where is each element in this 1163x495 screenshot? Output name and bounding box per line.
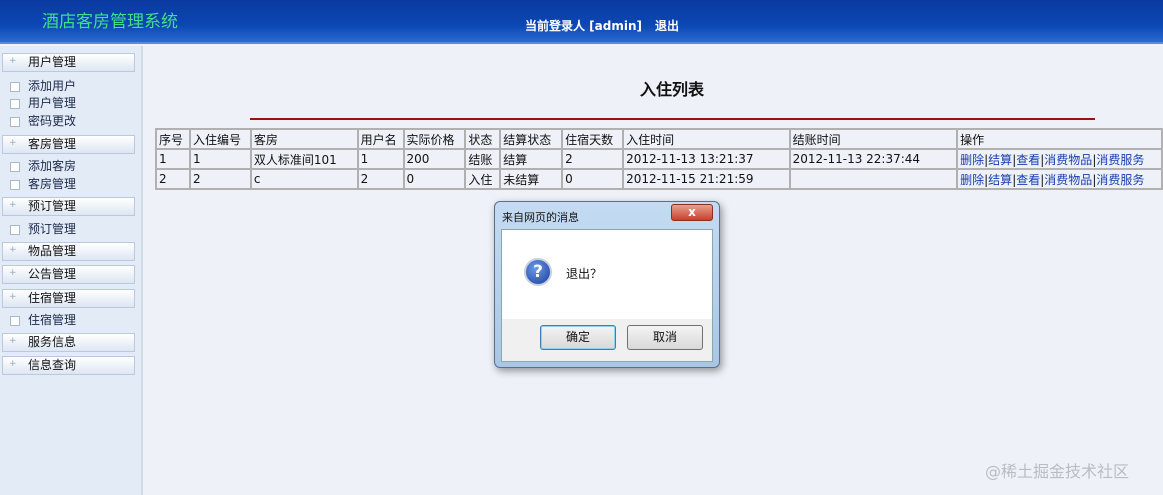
cell: 200 <box>402 148 467 170</box>
sidebar-group-notices[interactable]: 公告管理 <box>2 265 135 284</box>
watermark: @稀土掘金技术社区 <box>985 462 1130 481</box>
logout-link[interactable]: 退出 <box>655 17 679 34</box>
col-header: 操作 <box>956 128 1163 150</box>
sidebar-item-stay-manage[interactable]: 住宿管理 <box>10 312 76 328</box>
cell: c <box>249 168 359 190</box>
dialog-message: 退出？ <box>566 267 603 281</box>
confirm-dialog: 来自网页的消息 x ? 退出？ 确定 取消 <box>494 201 720 368</box>
col-header: 住宿天数 <box>561 128 625 150</box>
sidebar-group-rooms[interactable]: 客房管理 <box>2 135 135 154</box>
cell: 1 <box>188 148 252 170</box>
cell: 2012-11-15 21:21:59 <box>622 168 791 190</box>
consume-goods-link[interactable]: 消费物品 <box>1044 153 1092 167</box>
cell: 2 <box>561 148 625 170</box>
col-header: 结算状态 <box>499 128 564 150</box>
question-icon: ? <box>524 258 552 286</box>
col-header: 客房 <box>249 128 359 150</box>
col-header: 入住编号 <box>188 128 252 150</box>
sidebar-group-stay[interactable]: 住宿管理 <box>2 289 135 308</box>
cell: 结账 <box>464 148 502 170</box>
settle-link[interactable]: 结算 <box>988 153 1012 167</box>
sidebar-item-add-user[interactable]: 添加用户 <box>10 78 76 94</box>
sidebar-item-change-password[interactable]: 密码更改 <box>10 113 76 129</box>
col-header: 状态 <box>464 128 502 150</box>
sidebar-group-booking[interactable]: 预订管理 <box>2 197 135 216</box>
col-header: 序号 <box>155 128 191 150</box>
cell: 1 <box>155 148 191 170</box>
cell: 2 <box>356 168 405 190</box>
header: 酒店客房管理系统 当前登录人 [admin] 退出 <box>0 0 1163 44</box>
divider <box>250 118 1095 120</box>
delete-link[interactable]: 删除 <box>960 173 984 187</box>
page-title: 入住列表 <box>640 80 705 99</box>
consume-service-link[interactable]: 消费服务 <box>1096 153 1144 167</box>
ok-button[interactable]: 确定 <box>540 325 616 350</box>
cancel-button[interactable]: 取消 <box>627 325 703 350</box>
table-header-row: 序号 入住编号 客房 用户名 实际价格 状态 结算状态 住宿天数 入住时间 结账… <box>155 128 1163 150</box>
dialog-body: ? 退出？ 确定 取消 <box>501 229 713 362</box>
close-button[interactable]: x <box>671 204 713 221</box>
delete-link[interactable]: 删除 <box>960 153 984 167</box>
cell: 2012-11-13 22:37:44 <box>788 148 959 170</box>
dialog-title: 来自网页的消息 <box>502 211 579 224</box>
checkin-table: 序号 入住编号 客房 用户名 实际价格 状态 结算状态 住宿天数 入住时间 结账… <box>155 128 1163 190</box>
cell: 双人标准间101 <box>249 148 359 170</box>
settle-link[interactable]: 结算 <box>988 173 1012 187</box>
sidebar: 用户管理 添加用户 用户管理 密码更改 客房管理 添加客房 客房管理 预订管理 … <box>0 46 143 495</box>
view-link[interactable]: 查看 <box>1016 173 1040 187</box>
sidebar-group-goods[interactable]: 物品管理 <box>2 242 135 261</box>
col-header: 入住时间 <box>622 128 791 150</box>
current-user: 当前登录人 [admin] <box>525 19 642 33</box>
sidebar-item-add-room[interactable]: 添加客房 <box>10 158 76 174</box>
table-row: 2 2 c 2 0 入住 未结算 0 2012-11-15 21:21:59 删… <box>155 168 1163 190</box>
actions-cell: 删除|结算|查看|消费物品|消费服务 <box>956 168 1163 190</box>
sidebar-item-user-manage[interactable]: 用户管理 <box>10 95 76 111</box>
cell <box>788 168 959 190</box>
table-row: 1 1 双人标准间101 1 200 结账 结算 2 2012-11-13 13… <box>155 148 1163 170</box>
sidebar-item-booking-manage[interactable]: 预订管理 <box>10 221 76 237</box>
col-header: 实际价格 <box>402 128 467 150</box>
cell: 0 <box>561 168 625 190</box>
app-title: 酒店客房管理系统 <box>42 12 178 32</box>
consume-service-link[interactable]: 消费服务 <box>1096 173 1144 187</box>
sidebar-group-services[interactable]: 服务信息 <box>2 333 135 352</box>
cell: 0 <box>402 168 467 190</box>
col-header: 结账时间 <box>788 128 959 150</box>
view-link[interactable]: 查看 <box>1016 153 1040 167</box>
sidebar-group-users[interactable]: 用户管理 <box>2 53 135 72</box>
cell: 未结算 <box>499 168 564 190</box>
consume-goods-link[interactable]: 消费物品 <box>1044 173 1092 187</box>
cell: 入住 <box>464 168 502 190</box>
cell: 结算 <box>499 148 564 170</box>
col-header: 用户名 <box>356 128 405 150</box>
cell: 2012-11-13 13:21:37 <box>622 148 791 170</box>
cell: 2 <box>188 168 252 190</box>
sidebar-item-room-manage[interactable]: 客房管理 <box>10 176 76 192</box>
cell: 2 <box>155 168 191 190</box>
sidebar-group-query[interactable]: 信息查询 <box>2 356 135 375</box>
actions-cell: 删除|结算|查看|消费物品|消费服务 <box>956 148 1163 170</box>
cell: 1 <box>356 148 405 170</box>
